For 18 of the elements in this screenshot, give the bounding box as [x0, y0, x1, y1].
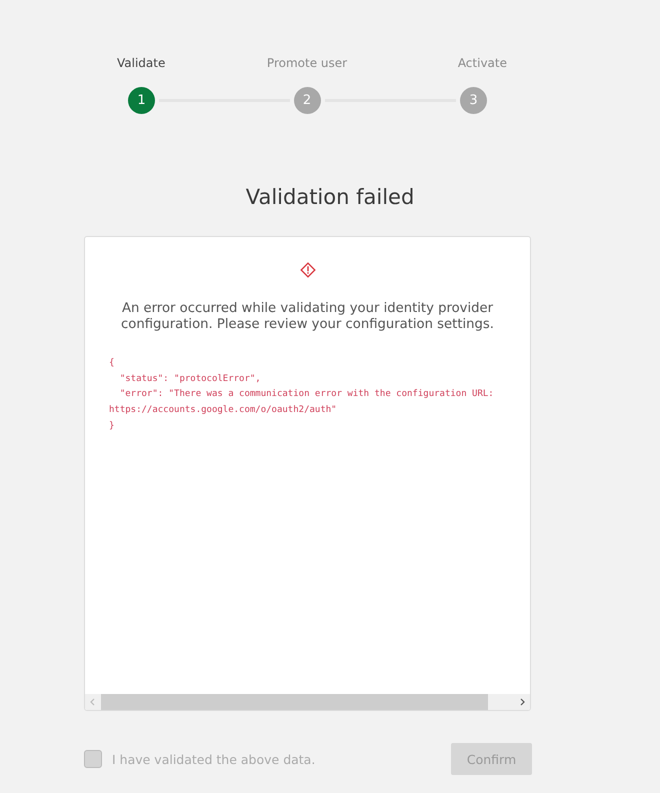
code-line: {: [109, 357, 114, 370]
step-number: 3: [460, 87, 487, 114]
scroll-right-icon[interactable]: [518, 698, 526, 706]
step-number: 2: [294, 87, 320, 114]
warning-icon: [300, 262, 316, 278]
step-label: Validate: [117, 56, 166, 72]
code-line: "status": "protocolError",: [118, 372, 261, 386]
step-label: Activate: [458, 56, 507, 72]
code-line: "error": "There was a communication error with the configuration URL:: [118, 388, 494, 402]
page-title: Validation failed: [244, 184, 416, 210]
scroll-left-icon[interactable]: [89, 698, 97, 706]
horizontal-scrollbar[interactable]: [85, 694, 530, 710]
code-line: }: [109, 420, 114, 433]
code-line: https://accounts.google.com/o/oauth2/auth": [109, 404, 337, 418]
checkbox-label: I have validated the above data.: [112, 752, 316, 766]
error-message: An error occurred while validating your identity provider configuration. Please review your configuration settings.: [120, 301, 495, 333]
step-number: 1: [128, 87, 155, 114]
step-label: Promote user: [266, 56, 348, 72]
